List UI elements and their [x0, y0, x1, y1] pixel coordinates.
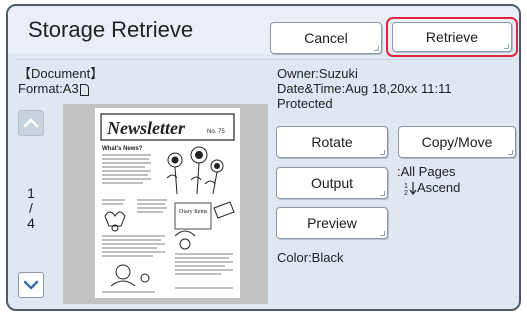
document-heading: 【Document】	[18, 66, 104, 81]
newsletter-title: Newsletter	[106, 118, 186, 138]
sort-ascend-icon: 1 2	[404, 181, 417, 195]
document-meta: Owner:Suzuki Date&Time:Aug 18,20xx 11:11…	[277, 66, 452, 111]
current-page: 1	[27, 185, 35, 201]
chevron-down-icon	[23, 280, 39, 290]
issue-number: No. 75	[207, 129, 225, 135]
button-corner-mark	[380, 191, 385, 196]
total-pages: 4	[27, 215, 35, 231]
button-corner-mark	[508, 150, 513, 155]
output-button[interactable]: Output	[276, 167, 388, 199]
svg-text:1: 1	[404, 183, 408, 190]
newsletter-thumbnail-art: Newsletter No. 75 What's News? Diary Ite…	[100, 113, 235, 293]
document-preview-panel: Newsletter No. 75 What's News? Diary Ite…	[63, 104, 268, 304]
svg-text:2: 2	[404, 190, 408, 195]
copy-move-button[interactable]: Copy/Move	[398, 126, 516, 158]
header-divider	[16, 59, 511, 60]
paper-icon	[79, 83, 89, 96]
format-line: Format:A3	[18, 81, 103, 96]
owner-label: Owner:Suzuki	[277, 66, 358, 81]
news-heading: What's News?	[102, 146, 143, 152]
cancel-button[interactable]: Cancel	[270, 22, 382, 54]
retrieve-button[interactable]: Retrieve	[392, 22, 512, 52]
protected-label: Protected	[277, 96, 333, 111]
output-order-label: Ascend	[417, 180, 461, 195]
scroll-up-button[interactable]	[18, 110, 44, 136]
chevron-up-icon	[23, 118, 39, 128]
button-corner-mark	[504, 44, 509, 49]
document-thumbnail: Newsletter No. 75 What's News? Diary Ite…	[95, 108, 240, 298]
page-separator: /	[29, 200, 33, 216]
output-pages-label: :All Pages	[397, 164, 456, 179]
scroll-down-button[interactable]	[18, 272, 44, 298]
button-corner-mark	[380, 231, 385, 236]
button-corner-mark	[380, 150, 385, 155]
preview-button[interactable]: Preview	[276, 207, 388, 239]
button-corner-mark	[374, 46, 379, 51]
format-label: Format:A3	[18, 81, 79, 96]
rotate-button[interactable]: Rotate	[276, 126, 388, 158]
output-order: 1 2 Ascend	[404, 180, 460, 195]
page-title: Storage Retrieve	[28, 17, 194, 42]
page-indicator: 1 / 4	[18, 186, 44, 231]
diary-label: Diary Items	[179, 209, 208, 215]
color-mode-label: Color:Black	[277, 250, 344, 265]
document-info: 【Document】 Format:A3	[18, 66, 103, 96]
datetime-label: Date&Time:Aug 18,20xx 11:11	[277, 81, 452, 96]
storage-retrieve-screen: Storage Retrieve Cancel Retrieve 【Docume…	[6, 4, 521, 311]
